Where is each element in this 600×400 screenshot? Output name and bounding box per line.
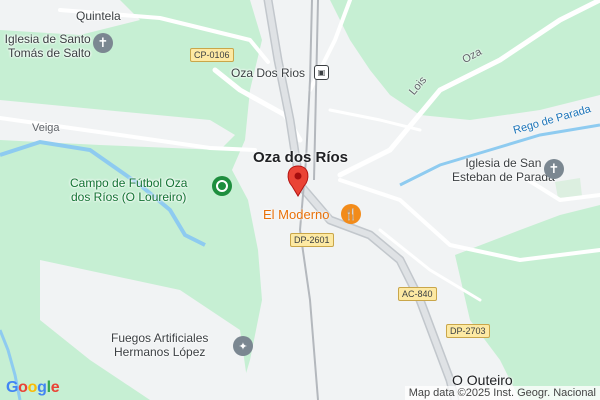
road-shield-dp2703: DP-2703 — [446, 324, 490, 338]
logo-letter: e — [50, 379, 60, 396]
fireworks-line2: Hermanos López — [114, 345, 206, 359]
label-fireworks[interactable]: Fuegos Artificiales Hermanos López — [111, 331, 208, 359]
google-logo: Google — [6, 379, 60, 397]
fireworks-line1: Fuegos Artificiales — [111, 331, 209, 345]
label-church-parada[interactable]: Iglesia de San Esteban de Parada — [452, 156, 555, 184]
park-icon[interactable] — [212, 176, 232, 196]
logo-letter: o — [27, 379, 38, 396]
church-salto-line2: Tomás de Salto — [8, 46, 91, 60]
church-parada-line2: Esteban de Parada — [452, 170, 555, 184]
label-football-field[interactable]: Campo de Fútbol Oza dos Ríos (O Loureiro… — [70, 176, 187, 204]
church-salto-line1: Iglesia de Santo — [4, 32, 91, 46]
church-icon[interactable]: ✝ — [544, 159, 564, 179]
label-quintela: Quintela — [76, 9, 121, 23]
logo-letter: g — [37, 379, 47, 396]
logo-letter: G — [6, 379, 19, 396]
church-icon[interactable]: ✝ — [93, 33, 113, 53]
football-line2: dos Ríos (O Loureiro) — [71, 190, 187, 204]
road-shield-dp2601: DP-2601 — [290, 233, 334, 247]
road-shield-ac840: AC-840 — [398, 287, 437, 301]
church-parada-line1: Iglesia de San — [465, 156, 542, 170]
label-town-oza-dos-rios[interactable]: Oza dos Ríos — [253, 149, 348, 166]
label-church-salto[interactable]: Iglesia de Santo Tomás de Salto — [0, 32, 91, 60]
label-veiga: Veiga — [32, 122, 60, 134]
restaurant-icon[interactable]: 🍴 — [341, 204, 361, 224]
label-station[interactable]: Oza Dos Rios — [231, 66, 305, 80]
map-attribution[interactable]: Map data ©2025 Inst. Geogr. Nacional — [404, 386, 600, 400]
train-station-icon[interactable]: ▣ — [314, 65, 329, 80]
shop-icon[interactable]: ✦ — [233, 336, 253, 356]
logo-letter: o — [18, 379, 28, 396]
road-shield-cp0106: CP-0106 — [190, 48, 234, 62]
label-restaurant[interactable]: El Moderno — [263, 207, 329, 222]
football-line1: Campo de Fútbol Oza — [70, 176, 188, 190]
